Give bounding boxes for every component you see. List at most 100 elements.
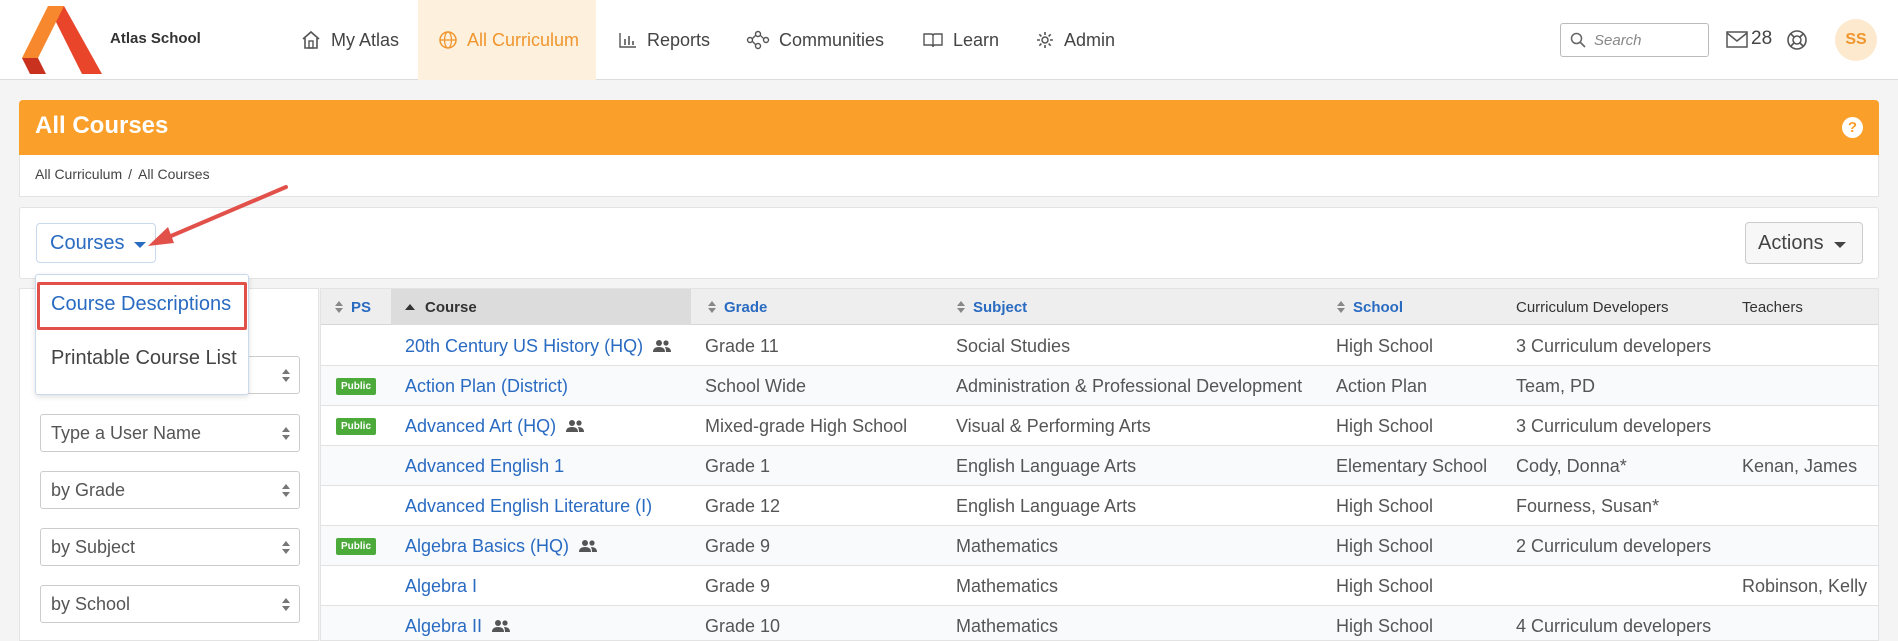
courses-dropdown-button[interactable]: Courses [36,223,156,263]
menu-item-printable-course-list[interactable]: Printable Course List [51,347,237,370]
nav-label: Reports [647,29,711,50]
atlas-logo-icon[interactable] [18,6,102,74]
nav-admin[interactable]: Admin [1035,0,1115,80]
breadcrumb-all-curriculum[interactable]: All Curriculum [35,166,122,182]
cell-course[interactable]: Advanced English 1 [405,446,564,486]
course-text[interactable]: Algebra II [405,616,482,637]
developers-text: 3 Curriculum developers [1516,415,1712,436]
school-text: Action Plan [1336,375,1428,396]
filter-label: by Subject [51,537,136,557]
column-header-school[interactable]: School [1337,289,1403,325]
cell-course[interactable]: Algebra Basics (HQ) [405,526,598,566]
cell-teachers: Robinson, Kelly [1742,566,1867,606]
column-header-course[interactable]: Course [391,289,691,325]
subject-text: Social Studies [956,335,1071,356]
subject-text: Visual & Performing Arts [956,415,1151,436]
cell-grade: Grade 11 [705,326,779,366]
bar-chart-icon [619,33,636,48]
subject-text: Mathematics [956,615,1059,636]
nav-label: Admin [1064,29,1116,50]
column-header-grade[interactable]: Grade [708,289,767,325]
home-icon [302,30,320,49]
public-badge-cell: Public [336,406,377,446]
annotation-arrow-icon [148,185,288,246]
search-box[interactable] [1560,23,1709,57]
cell-school: Elementary School [1336,446,1487,486]
public-badge: Public [336,417,377,435]
nav-learn[interactable]: Learn [922,0,999,80]
table-row: Public Action Plan (District) School Wide A… [321,366,1878,406]
nav-my-atlas[interactable]: My Atlas [300,0,399,80]
subject-filter[interactable]: by Subject [40,528,300,566]
cell-subject: Visual & Performing Arts [956,406,1151,446]
course-text[interactable]: Algebra I [405,576,477,597]
cell-course[interactable]: Algebra II [405,606,511,640]
sort-ascending-icon [405,304,415,310]
grade-text: Grade 12 [705,495,781,516]
grade-text: Grade 9 [705,575,771,596]
cell-school: High School [1336,526,1433,566]
cell-subject: Mathematics [956,526,1058,566]
school-text: High School [1336,415,1434,436]
grade-text: Grade 9 [705,535,771,556]
course-text[interactable]: Algebra Basics (HQ) [405,536,569,557]
actions-dropdown-button[interactable]: Actions [1745,222,1863,264]
help-icon[interactable]: ? [1842,117,1863,138]
user-name-filter[interactable]: Type a User Name [40,414,300,452]
column-header-subject[interactable]: Subject [957,289,1027,325]
menu-item-course-descriptions[interactable]: Course Descriptions [51,293,231,316]
cell-developers: 3 Curriculum developers [1516,406,1711,446]
column-header-ps[interactable]: PS [335,289,371,325]
table-row: Algebra II Grade 10 Mathematics High School… [321,606,1878,640]
course-text[interactable]: Advanced English Literature (I) [405,496,652,517]
cell-school: High School [1336,326,1433,366]
nav-label: Communities [779,29,885,50]
header-label: PS [351,298,372,316]
grade-filter[interactable]: by Grade [40,471,300,509]
sort-icon [957,301,965,313]
cell-course[interactable]: Algebra I [405,566,477,606]
book-icon [923,33,943,48]
nav-reports[interactable]: Reports [618,0,710,80]
filter-label: by Grade [51,480,126,500]
messages-button[interactable]: 28 [1726,28,1772,50]
public-badge-cell: Public [336,366,377,406]
cell-course[interactable]: 20th Century US History (HQ) [405,326,672,366]
page-header: All Courses ? [19,100,1879,155]
nav-label: All Curriculum [467,29,580,50]
teachers-text: Kenan, James [1742,455,1858,476]
avatar[interactable]: SS [1835,19,1877,61]
school-text: High School [1336,335,1434,356]
subject-text: English Language Arts [956,495,1137,516]
developers-text: Fourness, Susan* [1516,495,1660,516]
cell-course[interactable]: Advanced Art (HQ) [405,406,585,446]
column-header-teachers: Teachers [1742,289,1803,325]
search-input[interactable] [1594,31,1704,49]
header-label: Course [425,298,477,316]
teachers-text: Robinson, Kelly [1742,575,1868,596]
search-icon [1570,32,1586,48]
course-text[interactable]: 20th Century US History (HQ) [405,336,643,357]
grade-text: Grade 1 [705,455,771,476]
nav-all-curriculum[interactable]: All Curriculum [418,0,596,80]
cell-developers: 4 Curriculum developers [1516,606,1711,640]
developers-text: 2 Curriculum developers [1516,535,1712,556]
course-text[interactable]: Advanced Art (HQ) [405,416,556,437]
course-text[interactable]: Advanced English 1 [405,456,564,477]
table-row: Advanced English 1 Grade 1 English Languag… [321,446,1878,486]
cell-grade: Grade 10 [705,606,780,640]
school-filter[interactable]: by School [40,585,300,623]
cell-developers: Team, PD [1516,366,1595,406]
gear-icon [1037,32,1053,48]
course-text[interactable]: Action Plan (District) [405,376,568,397]
cell-grade: Grade 1 [705,446,770,486]
school-text: High School [1336,575,1434,596]
cell-grade: School Wide [705,366,806,406]
cell-course[interactable]: Advanced English Literature (I) [405,486,652,526]
cell-teachers: Kenan, James [1742,446,1857,486]
nav-communities[interactable]: Communities [746,0,884,80]
community-people-icon [566,420,585,432]
table-row: Public Advanced Art (HQ) Mixed-grade High … [321,406,1878,446]
cell-course[interactable]: Action Plan (District) [405,366,568,406]
lifebuoy-icon[interactable] [1786,29,1808,51]
